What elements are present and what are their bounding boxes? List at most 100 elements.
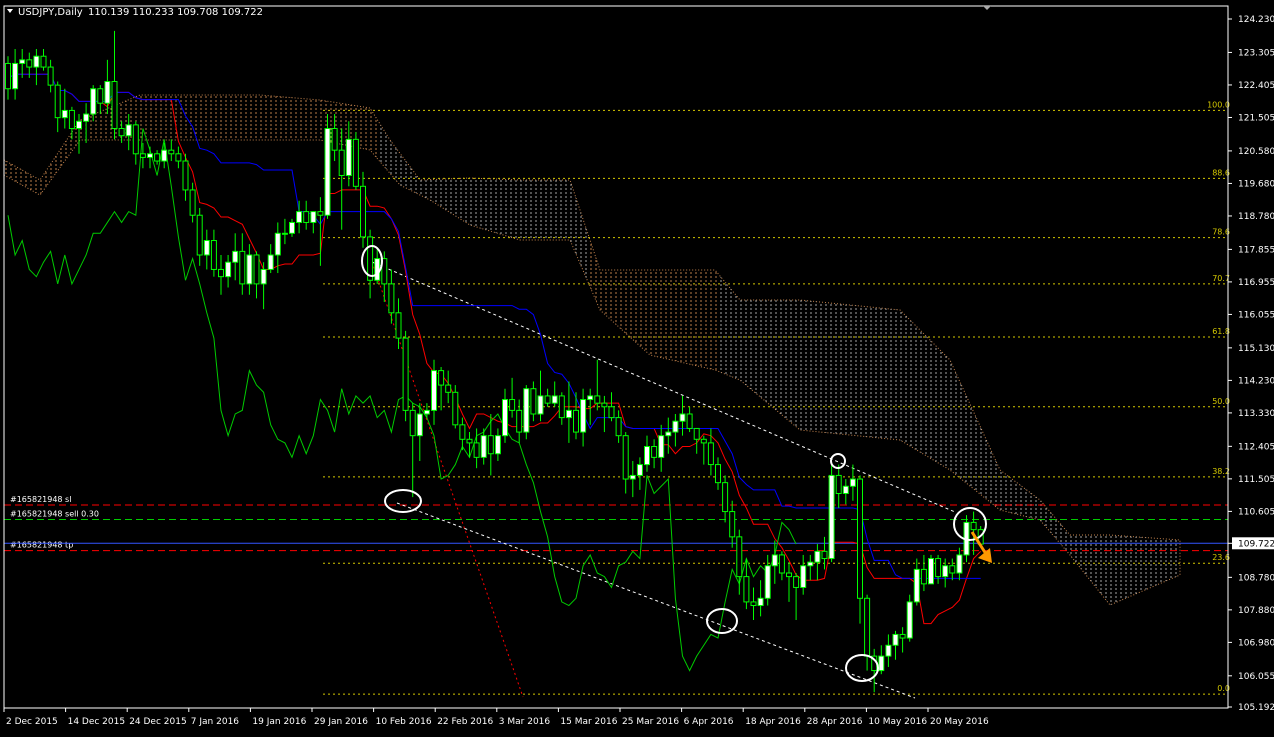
price-label: 111.505 (1238, 475, 1274, 485)
candle-body (786, 572, 792, 578)
price-label: 119.680 (1238, 179, 1274, 189)
candle-body (942, 565, 949, 578)
candle-body (700, 438, 707, 444)
candle-body (878, 655, 885, 672)
candle-body (139, 153, 146, 158)
date-label: 7 Jan 2016 (191, 717, 239, 727)
candle-body (935, 558, 942, 578)
date-label: 24 Dec 2015 (129, 717, 187, 727)
candle-body (750, 601, 757, 607)
candle-body (76, 120, 82, 129)
candle-body (899, 633, 906, 639)
date-label: 22 Feb 2016 (437, 717, 493, 727)
price-label: 110.605 (1238, 507, 1274, 517)
price-label: 122.405 (1238, 81, 1274, 91)
candle-body (558, 395, 565, 419)
candle-body (402, 337, 409, 411)
candle-body (289, 221, 295, 234)
candle-body (594, 395, 601, 404)
candle-body (842, 485, 849, 494)
order-line-label: #165821948 tp (10, 541, 73, 550)
candle-body (111, 81, 118, 129)
candle-body (544, 395, 551, 404)
candle-body (920, 568, 927, 585)
candle-body (565, 409, 572, 419)
candle-body (154, 153, 161, 162)
price-label: 114.230 (1238, 376, 1274, 386)
candle-body (885, 644, 892, 657)
candle-body (686, 413, 693, 429)
fib-level-label: 88.6 (1212, 168, 1230, 177)
candle-body (68, 109, 75, 129)
candle-body (970, 521, 977, 531)
candle-body (267, 254, 274, 270)
candle-body (736, 536, 743, 578)
date-label: 15 Mar 2016 (560, 717, 617, 727)
candle-body (296, 211, 303, 223)
candle-body (225, 261, 232, 278)
candle-body (317, 211, 324, 216)
candle-body (494, 435, 501, 455)
chart-window[interactable]: 100.0 88.6 78.6 70.7 61.8 50.0 38.2 23.6 0.0 #16… (0, 0, 1274, 733)
candle-body (729, 511, 736, 538)
fib-level-label: 50.0 (1212, 397, 1230, 406)
candle-body (118, 127, 125, 137)
price-label: 121.505 (1238, 113, 1274, 123)
date-label: 18 Apr 2016 (745, 717, 801, 727)
candle-body (438, 370, 445, 386)
price-label: 116.955 (1238, 278, 1274, 288)
candle-body (835, 474, 842, 494)
candle-body (487, 435, 494, 455)
candle-body (722, 482, 729, 513)
date-label: 28 Apr 2016 (807, 717, 863, 727)
candle-body (189, 189, 196, 216)
candle-body (274, 232, 281, 256)
candle-body (246, 254, 253, 285)
candle-body (161, 149, 168, 162)
date-label: 10 May 2016 (868, 717, 927, 727)
candle-body (771, 554, 778, 567)
candle-body (182, 160, 189, 191)
candle-body (310, 211, 317, 223)
price-label: 108.780 (1238, 573, 1274, 583)
price-label: 120.580 (1238, 147, 1274, 157)
candle-body (459, 424, 466, 440)
candle-body (175, 153, 182, 162)
candle-body (608, 406, 615, 419)
candle-body (232, 250, 239, 263)
candle-body (97, 88, 104, 104)
candle-body (743, 576, 750, 603)
candle-body (580, 399, 587, 433)
candle-body (40, 55, 47, 68)
candle-body (892, 633, 899, 646)
candle-body (338, 149, 345, 176)
candle-body (778, 554, 785, 574)
candle-body (104, 81, 111, 104)
candle-body (651, 446, 658, 458)
order-line-label: #165821948 sell 0.30 (10, 510, 99, 519)
candle-body (416, 413, 423, 437)
candle-body (707, 442, 714, 466)
candle-body (821, 550, 828, 560)
candle-body (530, 388, 537, 415)
date-label: 19 Jan 2016 (252, 717, 306, 727)
price-label: 113.330 (1238, 409, 1274, 419)
price-label: 106.055 (1238, 672, 1274, 682)
candle-body (849, 478, 856, 487)
date-label: 20 May 2016 (930, 717, 989, 727)
candle-body (452, 391, 459, 426)
candle-body (573, 409, 579, 433)
fib-level-label: 23.6 (1212, 553, 1230, 562)
candle-body (352, 138, 359, 187)
order-line-label: #165821948 sl (10, 495, 71, 504)
price-label: 106.980 (1238, 638, 1274, 648)
date-label: 2 Dec 2015 (6, 717, 58, 727)
candle-body (168, 149, 175, 155)
candle-body (196, 214, 203, 256)
candle-body (218, 268, 224, 278)
price-label: 112.405 (1238, 442, 1274, 452)
price-chart[interactable]: 100.088.678.670.761.850.038.223.60.0 #16… (0, 0, 1274, 733)
candle-body (203, 240, 210, 256)
price-label: 107.880 (1238, 606, 1274, 616)
symbol-label: USDJPY,Daily (18, 7, 83, 18)
